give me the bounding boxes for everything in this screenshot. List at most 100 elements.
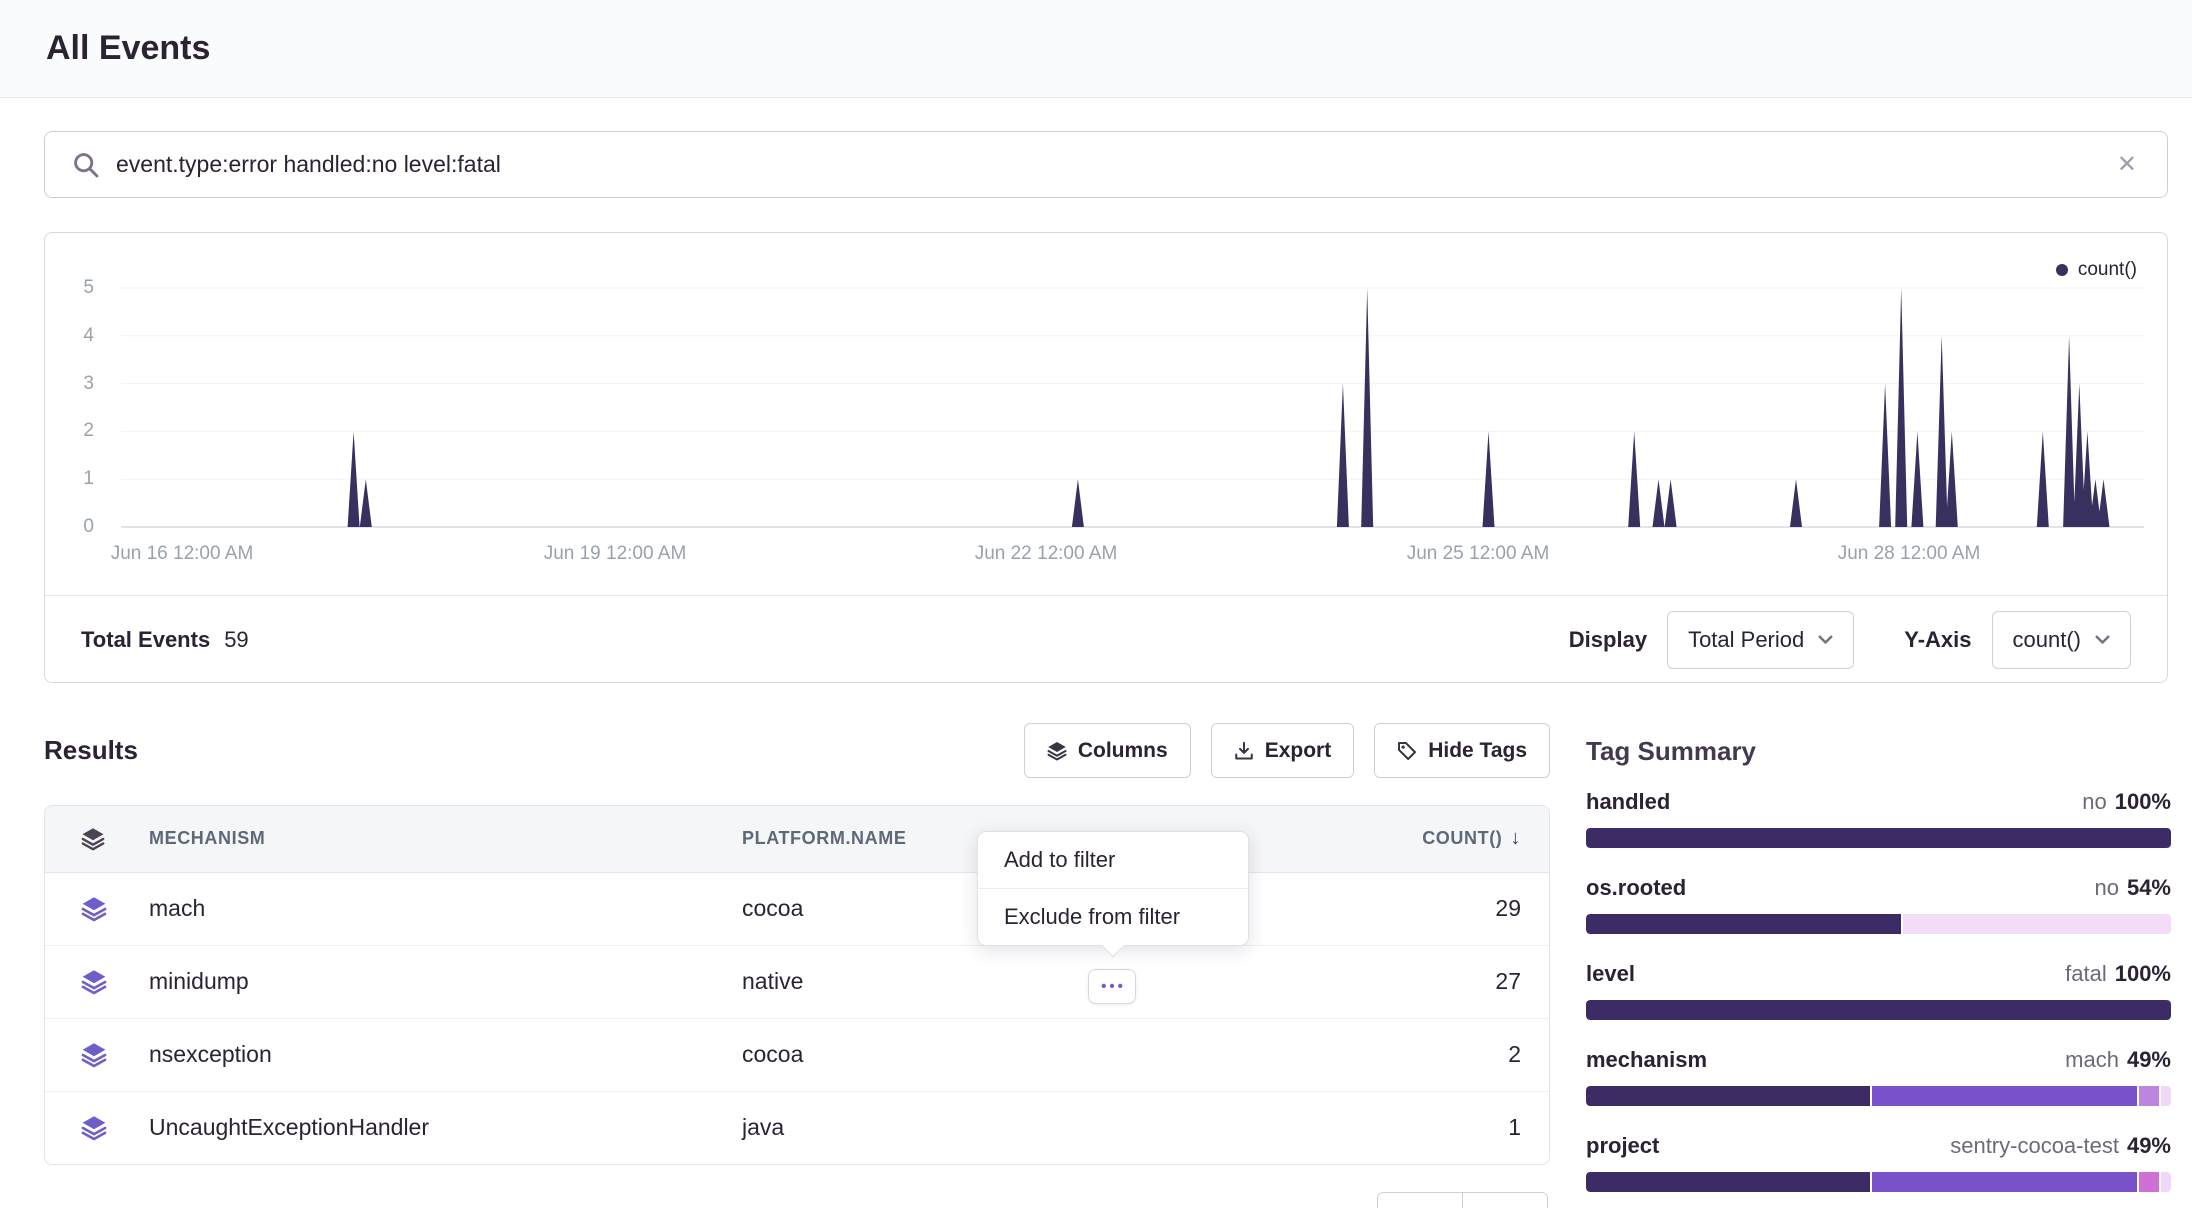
tag-bar-segment — [1586, 1086, 1870, 1106]
app-header: All Events — [0, 0, 2192, 98]
hide-tags-button-label: Hide Tags — [1428, 739, 1527, 763]
pagination-prev-button[interactable]: ‹ — [1377, 1192, 1463, 1208]
tag-distribution-bar[interactable] — [1586, 1000, 2171, 1020]
tag-bar-segment — [2139, 1086, 2159, 1106]
tag-name: mechanism — [1586, 1046, 1707, 1074]
x-axis-tick: Jun 19 12:00 AM — [485, 543, 745, 565]
tag-item: mechanism mach49% — [1586, 1046, 2171, 1106]
yaxis-select[interactable]: count() — [1992, 611, 2131, 669]
chevron-down-icon — [2095, 635, 2110, 645]
cell-mechanism: mach — [149, 872, 742, 945]
tag-item: level fatal100% — [1586, 960, 2171, 1020]
display-period-value: Total Period — [1688, 627, 1804, 653]
hide-tags-button[interactable]: Hide Tags — [1374, 723, 1550, 778]
tag-bar-segment — [1872, 1086, 2137, 1106]
pagination-next-button[interactable]: › — [1462, 1192, 1548, 1208]
download-icon — [1234, 741, 1254, 761]
tag-bar-segment — [1586, 1000, 2171, 1020]
layers-icon — [81, 1115, 107, 1141]
tag-summary-heading: Tag Summary — [1586, 735, 2171, 767]
columns-button-label: Columns — [1078, 739, 1168, 763]
pagination: ‹ › — [1377, 1192, 1548, 1208]
table-row[interactable]: minidump native 27 — [45, 945, 1550, 1018]
table-row[interactable]: mach cocoa 29 — [45, 872, 1550, 945]
events-chart[interactable]: count() 012345 Jun 16 12:00 AMJun 19 12:… — [45, 233, 2167, 595]
tag-value: no100% — [2082, 788, 2171, 816]
cell-platform: java — [742, 1091, 1192, 1164]
events-chart-panel: count() 012345 Jun 16 12:00 AMJun 19 12:… — [44, 232, 2168, 683]
chart-plot[interactable] — [121, 233, 2144, 533]
tag-name: handled — [1586, 788, 1670, 816]
x-axis-tick: Jun 16 12:00 AM — [52, 543, 312, 565]
table-row[interactable]: UncaughtExceptionHandler java 1 — [45, 1091, 1550, 1164]
layers-icon — [81, 969, 107, 995]
tag-distribution-bar[interactable] — [1586, 914, 2171, 934]
results-table-card: MECHANISM PLATFORM.NAME COUNT()↓ mach co… — [44, 805, 1550, 1165]
count-header-label: COUNT() — [1422, 828, 1502, 848]
column-header-icon[interactable] — [45, 806, 149, 872]
clear-search-button[interactable]: ✕ — [2117, 153, 2137, 177]
tag-name: os.rooted — [1586, 874, 1686, 902]
total-events-value: 59 — [224, 627, 248, 653]
cell-mechanism: nsexception — [149, 1018, 742, 1091]
tag-bar-segment — [1903, 914, 2171, 934]
layers-icon — [1047, 741, 1067, 761]
cell-mechanism: minidump — [149, 945, 742, 1018]
y-axis-tick: 3 — [50, 372, 94, 396]
tag-bar-segment — [2161, 1172, 2171, 1192]
layers-icon — [81, 827, 105, 851]
tag-bar-segment — [1586, 1172, 1870, 1192]
tag-bar-segment — [2161, 1086, 2171, 1106]
tag-item: project sentry-cocoa-test49% — [1586, 1132, 2171, 1192]
column-header-mechanism[interactable]: MECHANISM — [149, 806, 742, 872]
y-axis-labels: 012345 — [45, 233, 100, 533]
layers-icon — [81, 896, 107, 922]
table-row[interactable]: nsexception cocoa 2 — [45, 1018, 1550, 1091]
cell-mechanism: UncaughtExceptionHandler — [149, 1091, 742, 1164]
export-button-label: Export — [1265, 739, 1332, 763]
row-actions-button[interactable]: ••• — [1088, 969, 1136, 1004]
export-button[interactable]: Export — [1211, 723, 1355, 778]
results-table: MECHANISM PLATFORM.NAME COUNT()↓ mach co… — [45, 806, 1550, 1164]
y-axis-tick: 4 — [50, 324, 94, 348]
display-period-select[interactable]: Total Period — [1667, 611, 1854, 669]
tag-name: level — [1586, 960, 1635, 988]
cell-platform: cocoa — [742, 1018, 1192, 1091]
search-icon — [73, 152, 99, 178]
layers-icon — [81, 1042, 107, 1068]
x-axis-tick: Jun 25 12:00 AM — [1348, 543, 1608, 565]
search-bar: ✕ — [44, 131, 2168, 198]
tag-name: project — [1586, 1132, 1659, 1160]
tag-value: sentry-cocoa-test49% — [1950, 1132, 2171, 1160]
columns-button[interactable]: Columns — [1024, 723, 1191, 778]
tag-bar-segment — [1586, 828, 2171, 848]
tag-distribution-bar[interactable] — [1586, 1172, 2171, 1192]
tag-bar-segment — [1872, 1172, 2137, 1192]
results-heading: Results — [44, 735, 138, 766]
display-label: Display — [1569, 627, 1647, 653]
total-events-label: Total Events — [81, 627, 210, 653]
y-axis-tick: 2 — [50, 419, 94, 443]
search-input[interactable] — [116, 151, 2117, 178]
yaxis-value: count() — [2013, 627, 2081, 653]
tag-distribution-bar[interactable] — [1586, 1086, 2171, 1106]
cell-count: 27 — [1192, 945, 1550, 1018]
yaxis-label: Y-Axis — [1904, 627, 1971, 653]
tag-icon — [1397, 741, 1417, 761]
y-axis-tick: 1 — [50, 467, 94, 491]
page-title: All Events — [46, 29, 210, 68]
tag-value: fatal100% — [2065, 960, 2171, 988]
tag-summary: Tag Summary handled no100% os.rooted no5… — [1586, 723, 2171, 1208]
tag-value: mach49% — [2065, 1046, 2171, 1074]
results-section: Results Columns Export Hide Tags — [44, 723, 1550, 1208]
results-toolbar: Columns Export Hide Tags — [1024, 723, 1550, 778]
tag-value: no54% — [2094, 874, 2171, 902]
x-axis-tick: Jun 28 12:00 AM — [1779, 543, 2039, 565]
context-menu: Add to filterExclude from filter — [977, 831, 1249, 946]
app-page: All Events ✕ count() 012345 Jun 16 12:00… — [0, 0, 2192, 1208]
tag-item: os.rooted no54% — [1586, 874, 2171, 934]
tag-distribution-bar[interactable] — [1586, 828, 2171, 848]
tag-item: handled no100% — [1586, 788, 2171, 848]
context-menu-item[interactable]: Add to filter — [978, 832, 1248, 888]
y-axis-tick: 5 — [50, 276, 94, 300]
